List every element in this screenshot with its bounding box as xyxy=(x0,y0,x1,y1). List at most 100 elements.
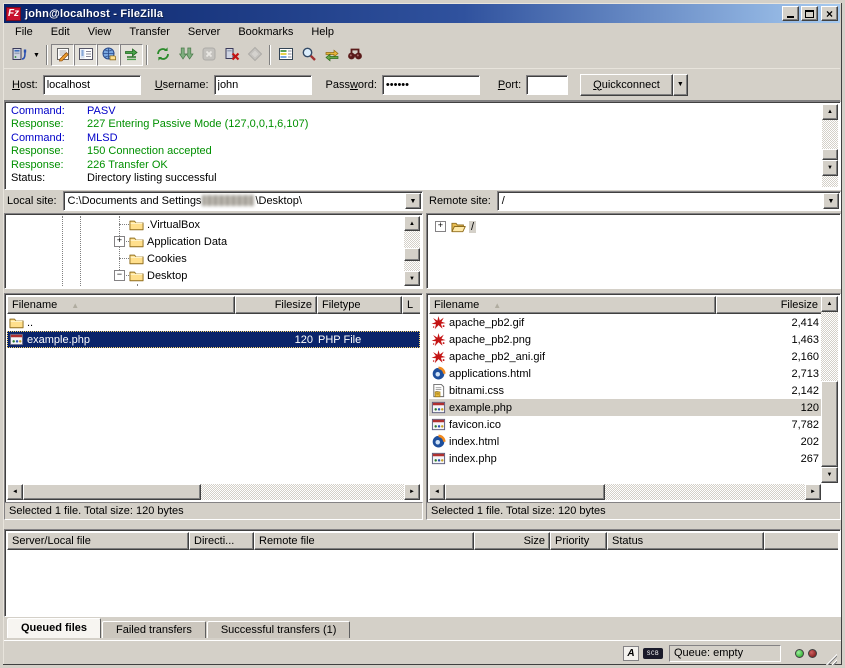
toggle-queue-button[interactable] xyxy=(120,44,143,66)
log-vscrollbar-thumb[interactable] xyxy=(822,149,838,160)
file-row-index-php[interactable]: index.php267 xyxy=(429,450,821,467)
remote-list-rows[interactable]: apache_pb2.gif2,414apache_pb2.png1,463ap… xyxy=(429,314,821,483)
local-column-filesize[interactable]: Filesize xyxy=(235,296,317,314)
username-input[interactable] xyxy=(214,75,312,95)
tab-successful-transfers-1[interactable]: Successful transfers (1) xyxy=(207,621,351,638)
file-row-applications-html[interactable]: applications.html2,713 xyxy=(429,365,821,382)
titlebar[interactable]: Fz john@localhost - FileZilla × xyxy=(4,4,840,23)
process-queue-button[interactable] xyxy=(174,44,197,66)
menu-help[interactable]: Help xyxy=(302,24,343,41)
menu-file[interactable]: File xyxy=(6,24,42,41)
scroll-right-icon[interactable]: ► xyxy=(404,484,420,500)
file-row-index-html[interactable]: index.html202 xyxy=(429,433,821,450)
queue-column-server-local-file[interactable]: Server/Local file xyxy=(7,532,189,550)
tree-item-desktop[interactable]: Desktop xyxy=(129,267,187,284)
file-row-bitnami-css[interactable]: bitnami.css2,142 xyxy=(429,382,821,399)
file-row-example-php[interactable]: example.php120PHP File1 xyxy=(7,331,420,348)
queue-column-status[interactable]: Status xyxy=(607,532,764,550)
minimize-button[interactable] xyxy=(782,6,799,21)
scroll-up-icon[interactable]: ▲ xyxy=(822,104,838,120)
quickconnect-button[interactable]: Quickconnect xyxy=(580,74,673,96)
tree-item-application-data[interactable]: Application Data xyxy=(129,233,227,250)
collapse-icon[interactable]: − xyxy=(114,270,125,281)
local-tree-thumb[interactable] xyxy=(404,248,420,261)
remote-column-filesize[interactable]: Filesize xyxy=(716,296,823,314)
file-row-apache-pb2-gif[interactable]: apache_pb2.gif2,414 xyxy=(429,314,821,331)
queue-column-remote-file[interactable]: Remote file xyxy=(254,532,474,550)
filezilla-icon[interactable]: Fz xyxy=(6,7,21,21)
local-hscrollbar-thumb[interactable] xyxy=(23,484,201,500)
speed-limit-icon[interactable]: SCB xyxy=(643,648,663,659)
remote-site-combo-arrow[interactable]: ▼ xyxy=(823,193,839,209)
tab-failed-transfers[interactable]: Failed transfers xyxy=(102,621,206,638)
port-input[interactable] xyxy=(526,75,568,95)
data-type-ascii-icon[interactable]: A xyxy=(623,646,639,661)
scroll-down-icon[interactable]: ▼ xyxy=(822,160,838,176)
queue-body[interactable] xyxy=(7,551,838,614)
local-tree-vscrollbar[interactable]: ▲ ▼ xyxy=(404,216,420,286)
toggle-log-button[interactable] xyxy=(51,44,74,66)
remote-column-filename[interactable]: Filename▲ xyxy=(429,296,716,314)
local-site-combo[interactable]: C:\Documents and Settings\Desktop\ ▼ xyxy=(63,191,423,211)
local-site-combo-arrow[interactable]: ▼ xyxy=(405,193,421,209)
local-column-filetype[interactable]: Filetype xyxy=(317,296,402,314)
find-files-button[interactable] xyxy=(343,44,366,66)
scroll-left-icon[interactable]: ◄ xyxy=(7,484,23,500)
local-hscrollbar[interactable]: ◄ ► xyxy=(7,484,420,500)
tab-queued-files[interactable]: Queued files xyxy=(7,618,101,638)
scroll-down-icon[interactable]: ▼ xyxy=(404,271,420,286)
local-tree-view[interactable]: .VirtualBox + Application DataCookies−Desk… xyxy=(7,216,420,286)
expand-icon[interactable]: + xyxy=(435,221,446,232)
scroll-up-icon[interactable]: ▲ xyxy=(404,216,420,231)
synchronized-browsing-button[interactable] xyxy=(320,44,343,66)
disconnect-button[interactable] xyxy=(220,44,243,66)
scroll-up-icon[interactable]: ▲ xyxy=(821,296,838,312)
scroll-left-icon[interactable]: ◄ xyxy=(429,484,445,500)
menu-view[interactable]: View xyxy=(79,24,121,41)
site-manager-button[interactable] xyxy=(7,44,30,66)
maximize-button[interactable] xyxy=(801,6,818,21)
file-row-favicon-ico[interactable]: favicon.ico7,782 xyxy=(429,416,821,433)
local-list-rows[interactable]: ..example.php120PHP File1 xyxy=(7,314,420,483)
toggle-remote-tree-button[interactable] xyxy=(97,44,120,66)
file-row-apache-pb2-ani-gif[interactable]: apache_pb2_ani.gif2,160 xyxy=(429,348,821,365)
menu-bookmarks[interactable]: Bookmarks xyxy=(229,24,302,41)
queue-column-size[interactable]: Size xyxy=(474,532,550,550)
toggle-local-tree-button[interactable] xyxy=(74,44,97,66)
resize-grip[interactable] xyxy=(823,651,837,665)
log-vscrollbar[interactable]: ▲ ▼ xyxy=(822,104,838,187)
menu-edit[interactable]: Edit xyxy=(42,24,79,41)
queue-column-directi[interactable]: Directi... xyxy=(189,532,254,550)
expand-icon[interactable]: + xyxy=(114,236,125,247)
queue-column-priority[interactable]: Priority xyxy=(550,532,607,550)
file-row-apache-pb2-png[interactable]: apache_pb2.png1,463 xyxy=(429,331,821,348)
remote-hscrollbar-thumb[interactable] xyxy=(445,484,605,500)
remote-tree-view[interactable]: +/ xyxy=(429,216,838,286)
tree-item-cookies[interactable]: Cookies xyxy=(129,250,187,267)
remote-vscrollbar-thumb[interactable] xyxy=(821,381,838,467)
refresh-button[interactable] xyxy=(151,44,174,66)
host-input[interactable] xyxy=(43,75,141,95)
directory-comparison-button[interactable] xyxy=(274,44,297,66)
scroll-right-icon[interactable]: ► xyxy=(805,484,821,500)
tree-item-virtualbox[interactable]: .VirtualBox xyxy=(129,216,200,233)
file-row-blank[interactable]: .. xyxy=(7,314,420,331)
close-button[interactable]: × xyxy=(821,6,838,21)
quickconnect-dropdown[interactable]: ▼ xyxy=(673,74,688,96)
menu-server[interactable]: Server xyxy=(179,24,229,41)
scroll-down-icon[interactable]: ▼ xyxy=(821,467,838,483)
remote-vscrollbar[interactable]: ▲ ▼ xyxy=(821,296,838,483)
menu-transfer[interactable]: Transfer xyxy=(120,24,179,41)
password-input[interactable] xyxy=(382,75,480,95)
cancel-button[interactable] xyxy=(197,44,220,66)
local-column-filename[interactable]: Filename▲ xyxy=(7,296,235,314)
tree-item-root[interactable]: / xyxy=(451,218,476,235)
queue-column-blank[interactable] xyxy=(764,532,838,550)
site-manager-dropdown[interactable]: ▼ xyxy=(30,44,43,66)
local-column-l[interactable]: L xyxy=(402,296,420,314)
filter-button[interactable] xyxy=(297,44,320,66)
file-row-example-php[interactable]: example.php120 xyxy=(429,399,821,416)
remote-hscrollbar[interactable]: ◄ ► xyxy=(429,484,821,500)
reconnect-button[interactable] xyxy=(243,44,266,66)
remote-site-combo[interactable]: / ▼ xyxy=(497,191,841,211)
